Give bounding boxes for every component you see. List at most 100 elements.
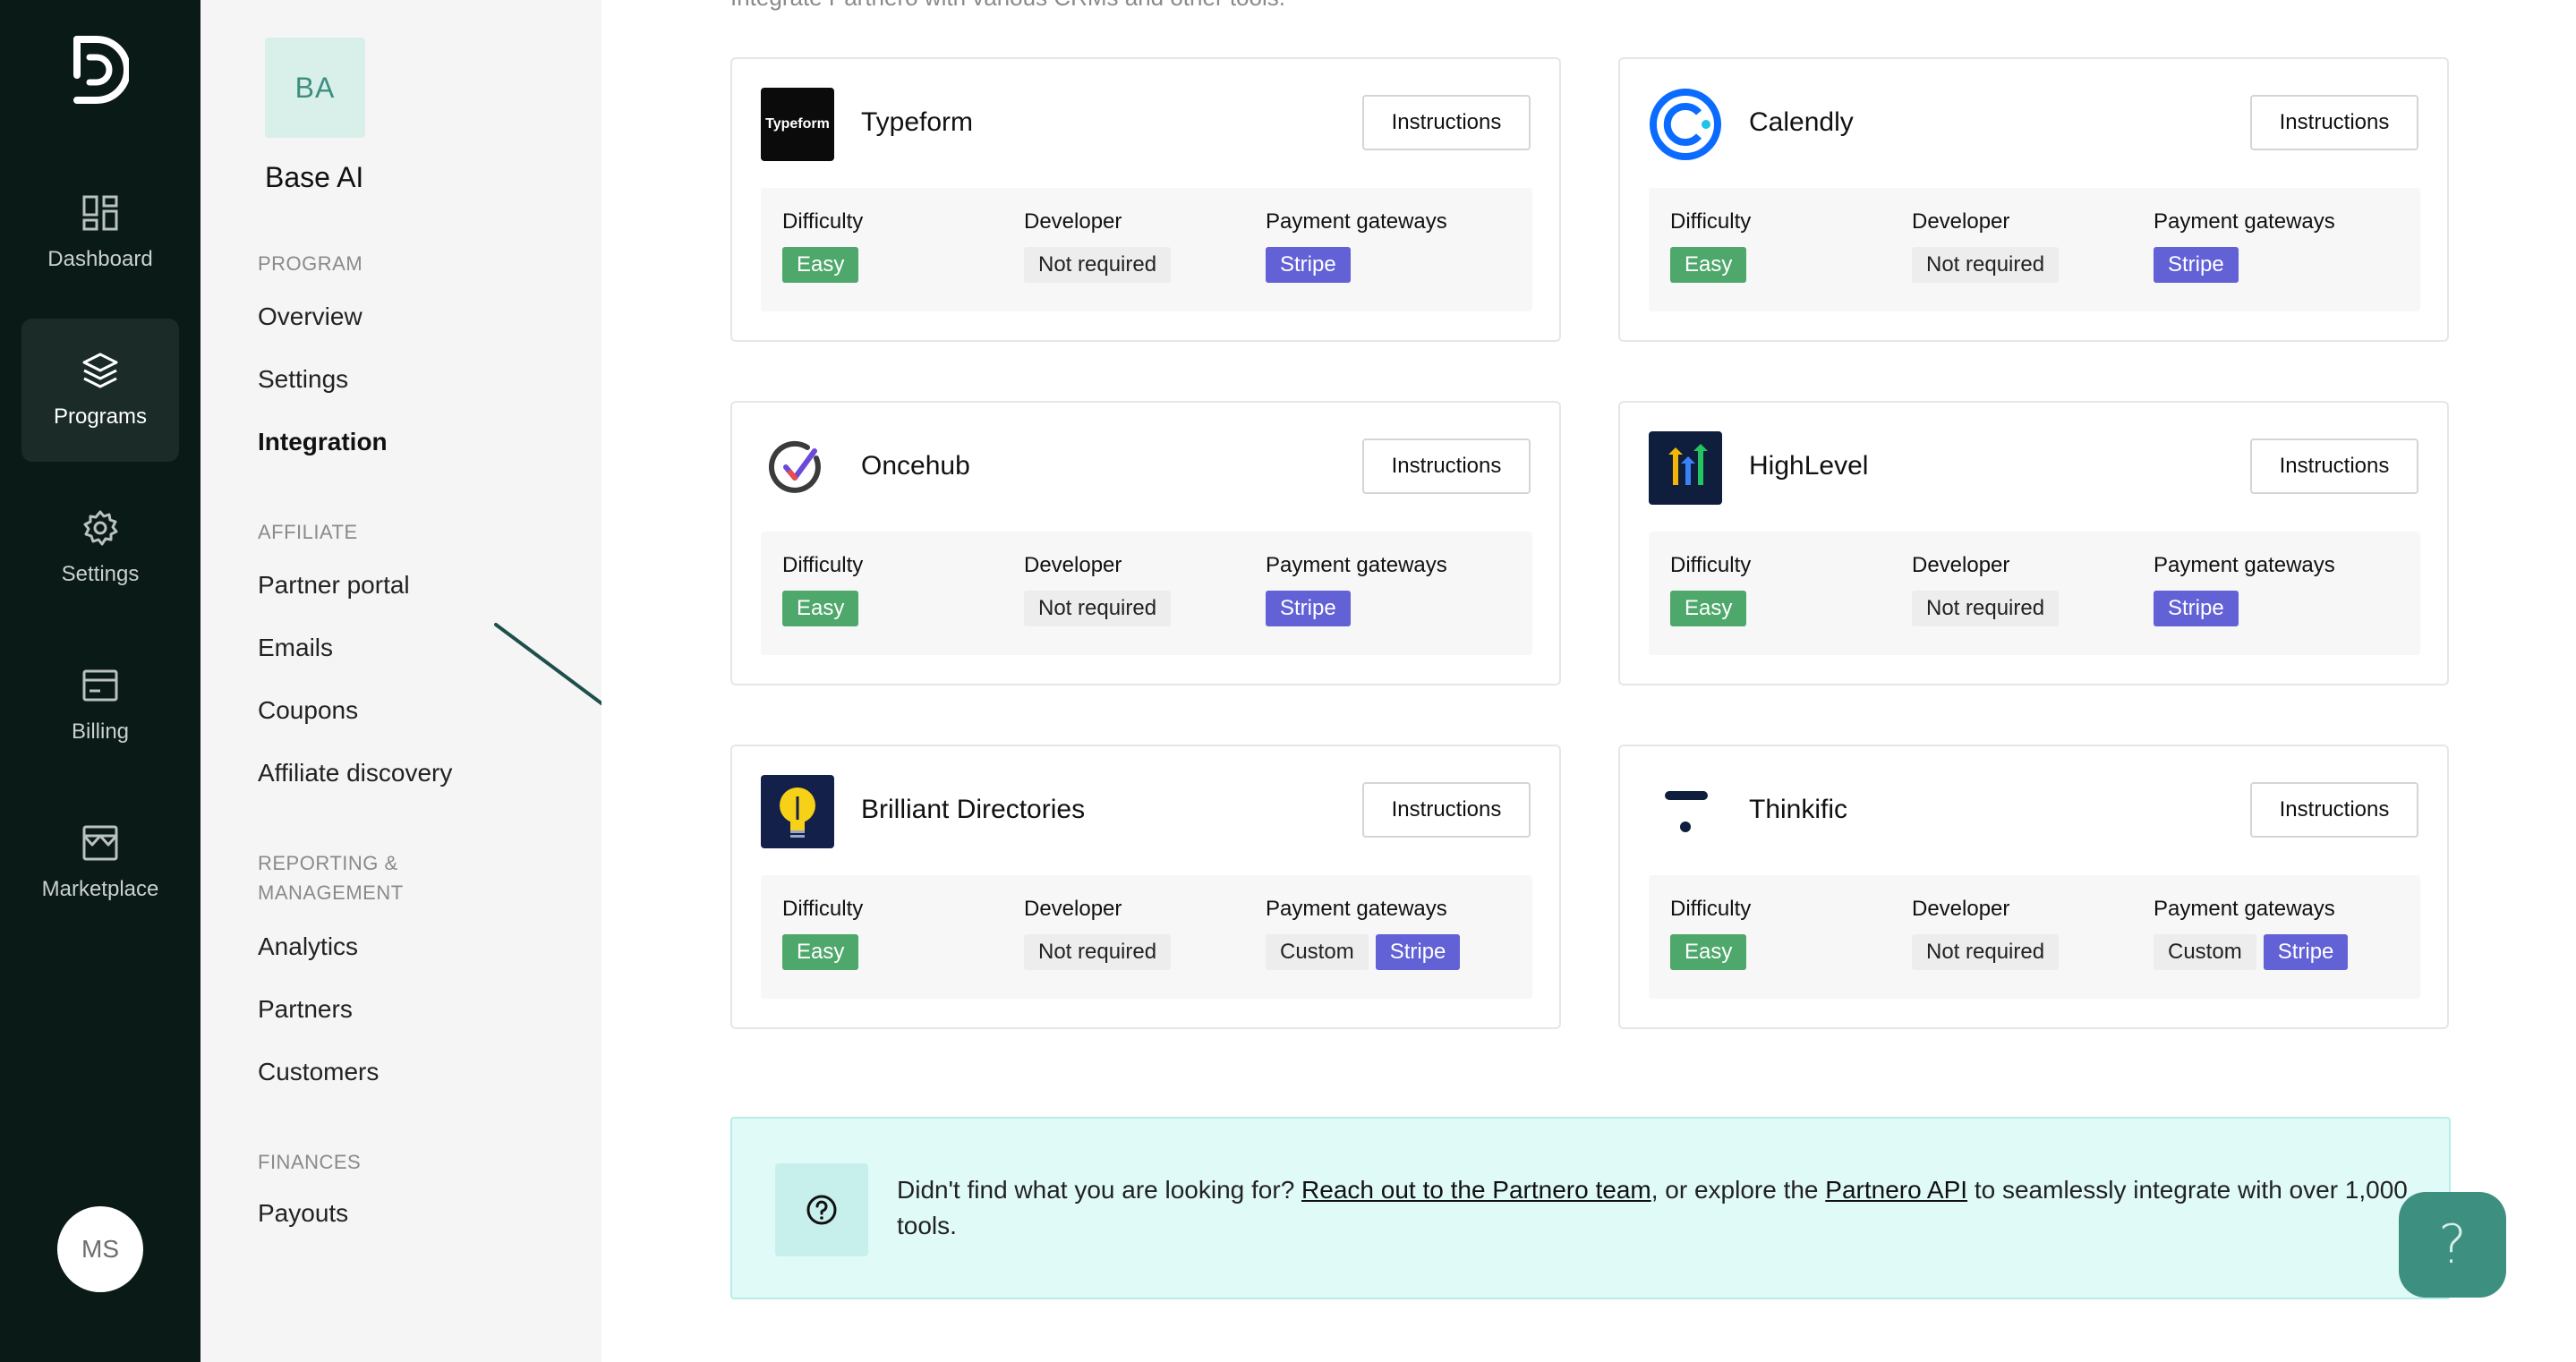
app-rail: Dashboard Programs Settings Billing Mark… — [0, 0, 200, 1362]
difficulty-label: Difficulty — [782, 897, 864, 921]
instructions-button-highlevel[interactable]: Instructions — [2250, 438, 2418, 494]
developer-label: Developer — [1024, 209, 1122, 234]
developer-col: Developer Not required — [1912, 553, 2060, 626]
help-icon-box — [775, 1163, 868, 1256]
nav-section-finances: FINANCES — [258, 1151, 362, 1173]
integration-meta: Difficulty Easy Developer Not required P… — [761, 532, 1532, 655]
nav-section-affiliate: AFFILIATE — [258, 521, 358, 543]
nav-link-emails[interactable]: Emails — [258, 634, 333, 662]
nav-link-customers[interactable]: Customers — [258, 1058, 379, 1086]
help-text-middle: , or explore the — [1651, 1176, 1826, 1204]
difficulty-col: Difficulty Easy — [1670, 209, 1751, 283]
difficulty-badge: Easy — [782, 934, 859, 970]
integration-card-brilliant-directories: Brilliant Directories Instructions Diffi… — [730, 745, 1561, 1029]
reach-out-link[interactable]: Reach out to the Partnero team — [1301, 1176, 1651, 1204]
difficulty-label: Difficulty — [1670, 897, 1752, 921]
gateways-col: Payment gateways Stripe — [2154, 209, 2335, 283]
gateway-badge-stripe: Stripe — [1266, 247, 1351, 283]
developer-col: Developer Not required — [1912, 897, 2060, 970]
difficulty-label: Difficulty — [1670, 553, 1752, 577]
rail-item-dashboard[interactable]: Dashboard — [21, 161, 179, 304]
difficulty-label: Difficulty — [1670, 209, 1752, 234]
nav-link-partners[interactable]: Partners — [258, 995, 353, 1024]
layers-icon — [82, 353, 118, 388]
integration-card-typeform: Typeform Typeform Instructions Difficult… — [730, 57, 1561, 342]
developer-label: Developer — [1912, 897, 2010, 921]
gateway-badge-custom: Custom — [2154, 934, 2256, 970]
rail-label-programs: Programs — [53, 404, 148, 429]
rail-label-marketplace: Marketplace — [41, 877, 159, 901]
nav-link-payouts[interactable]: Payouts — [258, 1199, 348, 1228]
developer-badge: Not required — [1912, 934, 2060, 970]
developer-label: Developer — [1912, 553, 2010, 577]
program-badge: BA — [265, 38, 365, 138]
partnero-logo-icon[interactable] — [70, 32, 129, 107]
typeform-logo-text: Typeform — [765, 116, 830, 132]
rail-label-settings: Settings — [61, 562, 140, 586]
partnero-api-link[interactable]: Partnero API — [1825, 1176, 1967, 1204]
nav-link-coupons[interactable]: Coupons — [258, 696, 358, 725]
gateway-badge-custom: Custom — [1266, 934, 1369, 970]
lightbulb-icon — [780, 787, 815, 838]
gateways-col: Payment gateways Stripe — [2154, 553, 2335, 626]
developer-badge: Not required — [1024, 247, 1172, 283]
gateways-label: Payment gateways — [1266, 553, 1447, 577]
rail-item-programs[interactable]: Programs — [21, 319, 179, 462]
nav-link-partner-portal[interactable]: Partner portal — [258, 571, 410, 600]
developer-col: Developer Not required — [1912, 209, 2060, 283]
difficulty-label: Difficulty — [782, 209, 864, 234]
gateways-col: Payment gateways Stripe — [1266, 553, 1447, 626]
nav-link-overview[interactable]: Overview — [258, 302, 363, 331]
intro-text: Integrate Partnero with various CRMs and… — [730, 0, 1285, 12]
billing-icon — [82, 669, 118, 702]
highlevel-icon — [1668, 444, 1708, 485]
developer-badge: Not required — [1024, 934, 1172, 970]
help-fab-question-icon: ? — [2438, 1213, 2467, 1276]
rail-label-billing: Billing — [71, 719, 130, 744]
user-avatar[interactable]: MS — [57, 1206, 143, 1292]
help-text: Didn't find what you are looking for? Re… — [897, 1172, 2418, 1244]
dashboard-icon — [82, 195, 118, 231]
help-text-prefix: Didn't find what you are looking for? — [897, 1176, 1302, 1204]
instructions-button-calendly[interactable]: Instructions — [2250, 95, 2418, 150]
difficulty-badge: Easy — [1670, 591, 1747, 626]
gateway-badge-stripe: Stripe — [1375, 934, 1461, 970]
gateway-badge-stripe: Stripe — [2154, 591, 2239, 626]
nav-section-reporting-line2: MANAGEMENT — [258, 881, 404, 904]
instructions-button-thinkific[interactable]: Instructions — [2250, 782, 2418, 838]
developer-label: Developer — [1912, 209, 2010, 234]
nav-link-affiliate-discovery[interactable]: Affiliate discovery — [258, 759, 452, 787]
rail-item-billing[interactable]: Billing — [21, 634, 179, 777]
difficulty-col: Difficulty Easy — [782, 553, 863, 626]
developer-label: Developer — [1024, 553, 1122, 577]
gateways-label: Payment gateways — [2154, 209, 2335, 234]
difficulty-badge: Easy — [782, 591, 859, 626]
developer-badge: Not required — [1912, 591, 2060, 626]
nav-link-integration[interactable]: Integration — [258, 428, 388, 456]
rail-item-settings[interactable]: Settings — [21, 476, 179, 619]
nav-link-analytics[interactable]: Analytics — [258, 932, 358, 961]
gateways-label: Payment gateways — [2154, 553, 2335, 577]
difficulty-badge: Easy — [1670, 934, 1747, 970]
gateways-label: Payment gateways — [1266, 209, 1447, 234]
nav-link-settings[interactable]: Settings — [258, 365, 348, 394]
difficulty-label: Difficulty — [782, 553, 864, 577]
integration-card-highlevel: HighLevel Instructions Difficulty Easy D… — [1618, 401, 2449, 685]
instructions-button-oncehub[interactable]: Instructions — [1362, 438, 1531, 494]
gateways-col: Payment gateways Stripe — [1266, 209, 1447, 283]
instructions-button-typeform[interactable]: Instructions — [1362, 95, 1531, 150]
integration-meta: Difficulty Easy Developer Not required P… — [761, 188, 1532, 311]
instructions-button-brilliant-directories[interactable]: Instructions — [1362, 782, 1531, 838]
calendly-logo — [1649, 88, 1722, 161]
developer-label: Developer — [1024, 897, 1122, 921]
store-icon — [82, 825, 118, 861]
developer-badge: Not required — [1024, 591, 1172, 626]
integration-name: Oncehub — [861, 451, 970, 481]
nav-section-program: PROGRAM — [258, 252, 363, 275]
rail-item-marketplace[interactable]: Marketplace — [21, 791, 179, 934]
calendly-icon — [1650, 89, 1721, 160]
help-fab-button[interactable]: ? — [2399, 1192, 2506, 1298]
help-banner: Didn't find what you are looking for? Re… — [730, 1117, 2451, 1299]
nav-section-reporting: REPORTING & MANAGEMENT — [258, 848, 404, 907]
integration-name: Thinkific — [1749, 795, 1848, 824]
